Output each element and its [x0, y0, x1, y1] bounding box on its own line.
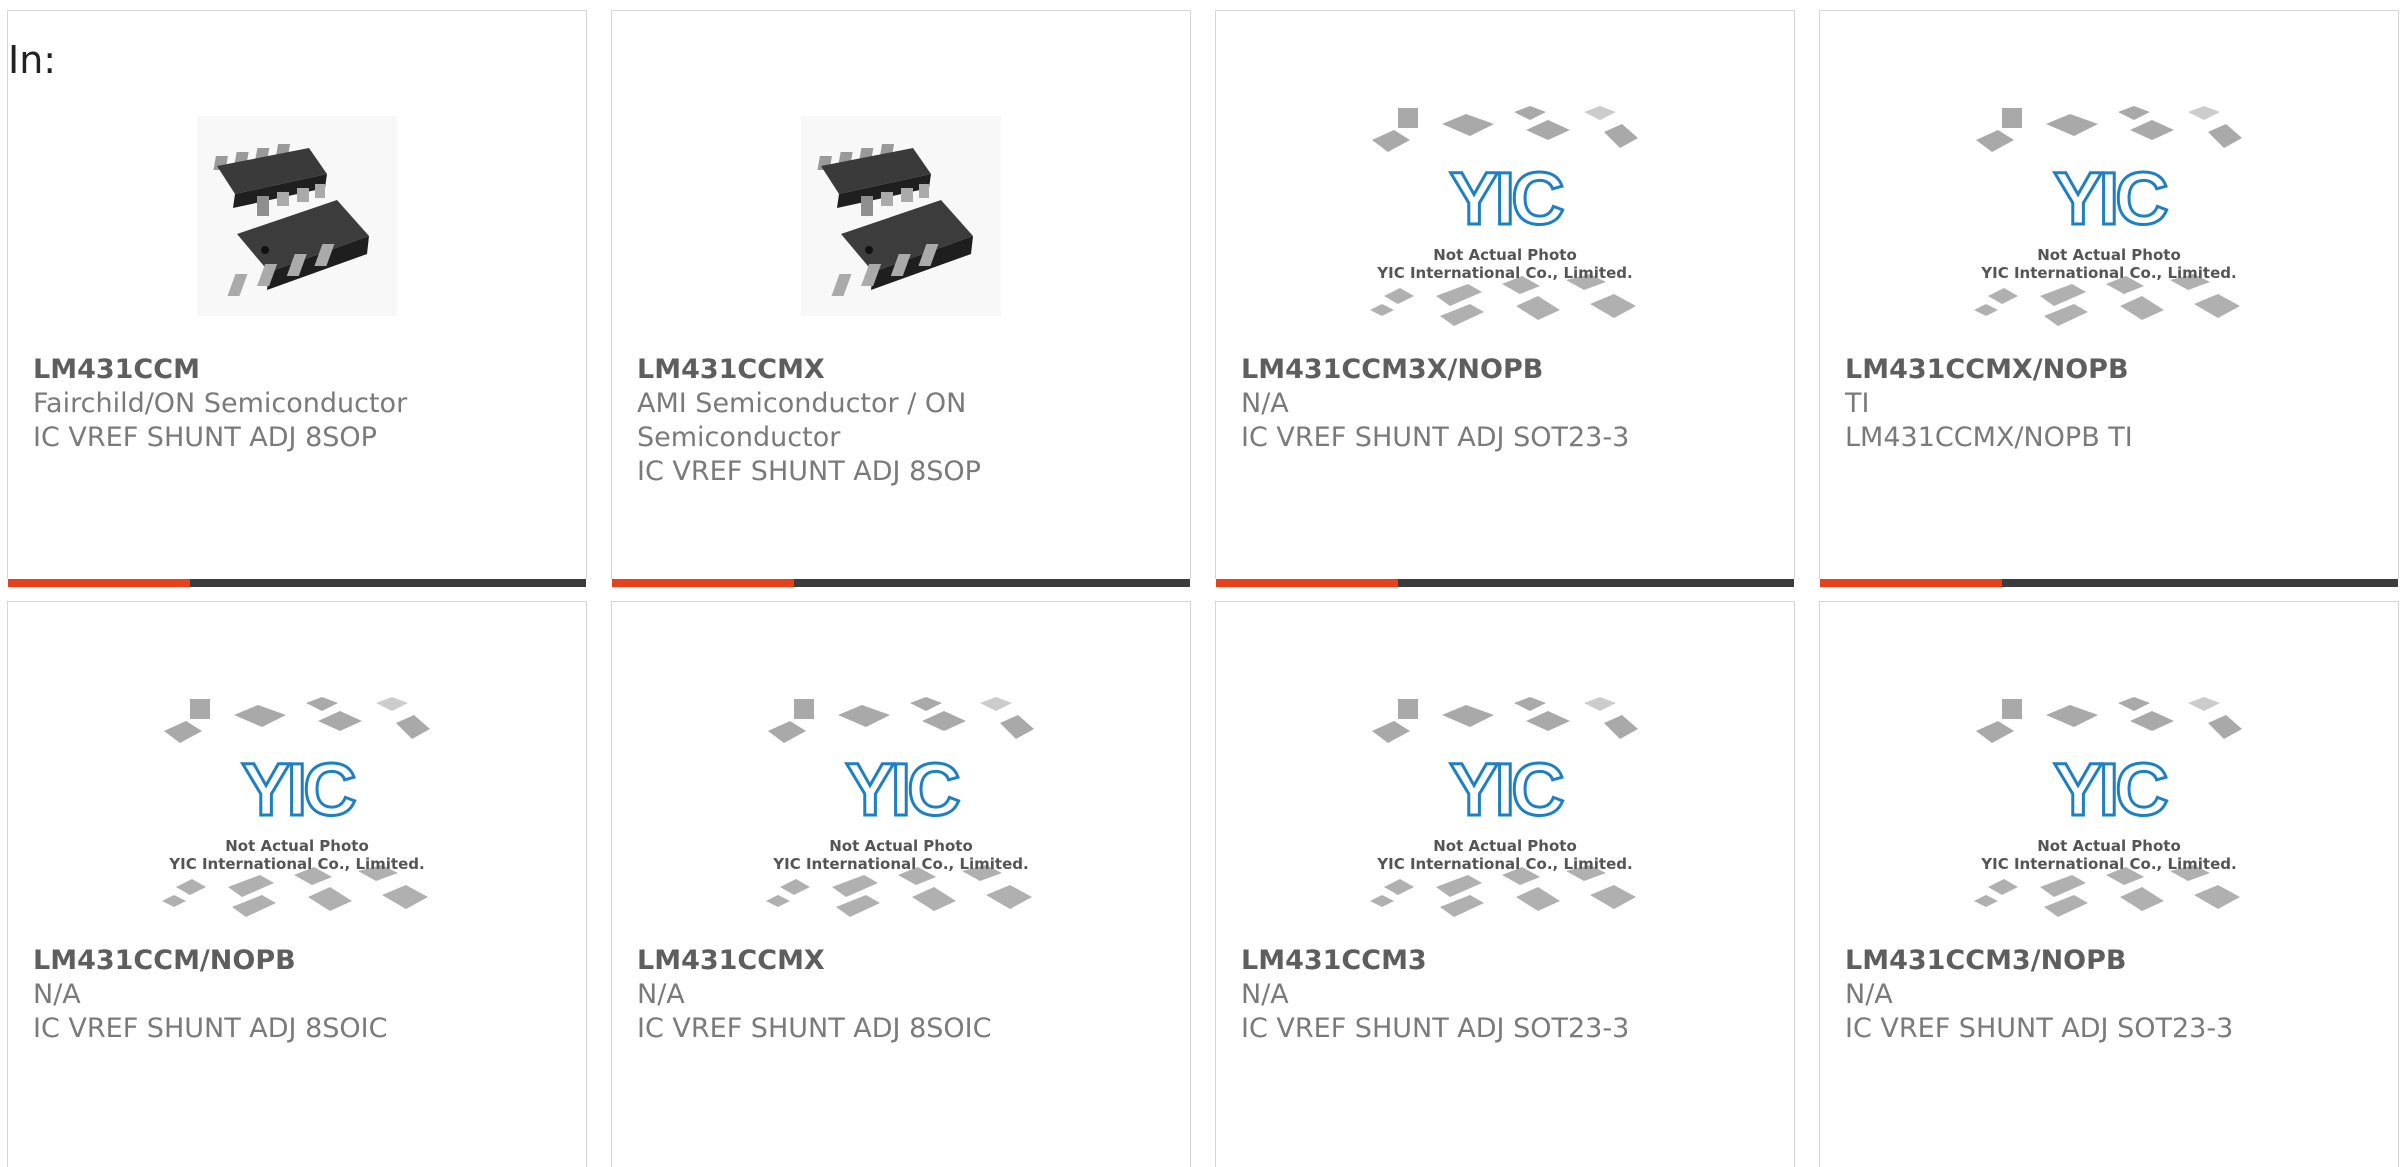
description-text: IC VREF SHUNT ADJ SOT23-3 [1241, 1013, 1630, 1044]
manufacturer-text: AMI Semiconductor / ON Semiconductor [637, 388, 967, 453]
product-card[interactable]: YIC Not Actual Photo YIC International C… [1819, 10, 2399, 587]
card-accent-bar [8, 579, 190, 587]
card-bottom-bar [1820, 579, 2398, 587]
product-card[interactable]: LM431CCM Fairchild/ON Semiconductor IC VRE… [7, 10, 587, 587]
product-info: LM431CCM Fairchild/ON Semiconductor IC VRE… [33, 353, 566, 455]
manufacturer-text: Fairchild/ON Semiconductor [33, 388, 408, 419]
yic-logo-text: YIC [240, 748, 358, 831]
placeholder-line1: Not Actual Photo [2037, 246, 2181, 264]
description-text: IC VREF SHUNT ADJ SOT23-3 [1241, 422, 1630, 453]
product-card[interactable]: LM431CCMX AMI Semiconductor / ON Semicond… [611, 10, 1191, 587]
description-text: IC VREF SHUNT ADJ SOT23-3 [1845, 1013, 2234, 1044]
manufacturer-text: N/A [637, 979, 685, 1010]
placeholder-line1: Not Actual Photo [1433, 837, 1577, 855]
product-info: LM431CCM3 N/A IC VREF SHUNT ADJ SOT23-3 [1241, 944, 1774, 1046]
placeholder-logo-icon: YIC Not Actual Photo YIC International C… [162, 687, 432, 927]
yic-logo-text: YIC [844, 748, 962, 831]
manufacturer-text: N/A [1241, 388, 1289, 419]
description-text: LM431CCMX/NOPB TI [1845, 422, 2133, 453]
product-card[interactable]: YIC Not Actual Photo YIC International C… [611, 601, 1191, 1167]
manufacturer-text: N/A [1845, 979, 1893, 1010]
product-grid: LM431CCM Fairchild/ON Semiconductor IC VRE… [7, 10, 2400, 1167]
product-thumbnail[interactable]: YIC Not Actual Photo YIC International C… [612, 672, 1190, 942]
manufacturer-text: TI [1845, 388, 1870, 419]
product-info: LM431CCM3X/NOPB N/A IC VREF SHUNT ADJ SOT2… [1241, 353, 1774, 455]
product-info: LM431CCMX N/A IC VREF SHUNT ADJ 8SOIC [637, 944, 1170, 1046]
description-text: IC VREF SHUNT ADJ 8SOP [33, 422, 377, 453]
product-card[interactable]: YIC Not Actual Photo YIC International C… [1819, 601, 2399, 1167]
manufacturer-text: N/A [1241, 979, 1289, 1010]
placeholder-logo-icon: YIC Not Actual Photo YIC International C… [1370, 687, 1640, 927]
product-thumbnail[interactable]: YIC Not Actual Photo YIC International C… [1820, 672, 2398, 942]
description-text: IC VREF SHUNT ADJ 8SOIC [33, 1013, 388, 1044]
card-accent-bar [1216, 579, 1398, 587]
placeholder-line2: YIC International Co., Limited. [773, 855, 1029, 873]
placeholder-line1: Not Actual Photo [1433, 246, 1577, 264]
product-thumbnail[interactable]: YIC Not Actual Photo YIC International C… [1820, 81, 2398, 351]
product-info: LM431CCMX/NOPB TI LM431CCMX/NOPB TI [1845, 353, 2378, 455]
product-thumbnail[interactable] [8, 81, 586, 351]
card-bottom-bar [612, 579, 1190, 587]
yic-logo-text: YIC [1448, 157, 1566, 240]
part-number-link[interactable]: LM431CCM/NOPB [33, 944, 566, 978]
product-info: LM431CCM/NOPB N/A IC VREF SHUNT ADJ 8SOIC [33, 944, 566, 1046]
placeholder-logo-icon: YIC Not Actual Photo YIC International C… [1974, 96, 2244, 336]
product-info: LM431CCM3/NOPB N/A IC VREF SHUNT ADJ SOT23… [1845, 944, 2378, 1046]
in-label: In: [8, 38, 57, 82]
placeholder-line2: YIC International Co., Limited. [1981, 855, 2237, 873]
placeholder-line1: Not Actual Photo [829, 837, 973, 855]
placeholder-line2: YIC International Co., Limited. [169, 855, 425, 873]
chip-photo-icon [801, 116, 1001, 316]
part-number-link[interactable]: LM431CCMX [637, 944, 1170, 978]
card-bottom-bar [8, 579, 586, 587]
product-thumbnail[interactable]: YIC Not Actual Photo YIC International C… [8, 672, 586, 942]
placeholder-line2: YIC International Co., Limited. [1377, 855, 1633, 873]
description-text: IC VREF SHUNT ADJ 8SOIC [637, 1013, 992, 1044]
yic-logo-text: YIC [2052, 157, 2170, 240]
description-text: IC VREF SHUNT ADJ 8SOP [637, 456, 981, 487]
placeholder-logo-icon: YIC Not Actual Photo YIC International C… [1370, 96, 1640, 336]
part-number-link[interactable]: LM431CCMX [637, 353, 1170, 387]
card-bottom-bar [1216, 579, 1794, 587]
card-accent-bar [612, 579, 794, 587]
part-number-link[interactable]: LM431CCM3/NOPB [1845, 944, 2378, 978]
product-thumbnail[interactable]: YIC Not Actual Photo YIC International C… [1216, 81, 1794, 351]
product-info: LM431CCMX AMI Semiconductor / ON Semicond… [637, 353, 1170, 489]
product-card[interactable]: YIC Not Actual Photo YIC International C… [1215, 601, 1795, 1167]
part-number-link[interactable]: LM431CCM3X/NOPB [1241, 353, 1774, 387]
yic-logo-text: YIC [1448, 748, 1566, 831]
placeholder-line2: YIC International Co., Limited. [1981, 264, 2237, 282]
placeholder-line1: Not Actual Photo [2037, 837, 2181, 855]
product-card[interactable]: YIC Not Actual Photo YIC International C… [1215, 10, 1795, 587]
product-card[interactable]: YIC Not Actual Photo YIC International C… [7, 601, 587, 1167]
placeholder-line1: Not Actual Photo [225, 837, 369, 855]
product-grid-page: In: LM431CCM Fairchild/ON Semiconductor … [0, 0, 2400, 1167]
part-number-link[interactable]: LM431CCMX/NOPB [1845, 353, 2378, 387]
manufacturer-text: N/A [33, 979, 81, 1010]
product-thumbnail[interactable] [612, 81, 1190, 351]
part-number-link[interactable]: LM431CCM [33, 353, 566, 387]
placeholder-logo-icon: YIC Not Actual Photo YIC International C… [1974, 687, 2244, 927]
placeholder-line2: YIC International Co., Limited. [1377, 264, 1633, 282]
part-number-link[interactable]: LM431CCM3 [1241, 944, 1774, 978]
product-thumbnail[interactable]: YIC Not Actual Photo YIC International C… [1216, 672, 1794, 942]
placeholder-logo-icon: YIC Not Actual Photo YIC International C… [766, 687, 1036, 927]
chip-photo-icon [197, 116, 397, 316]
card-accent-bar [1820, 579, 2002, 587]
yic-logo-text: YIC [2052, 748, 2170, 831]
